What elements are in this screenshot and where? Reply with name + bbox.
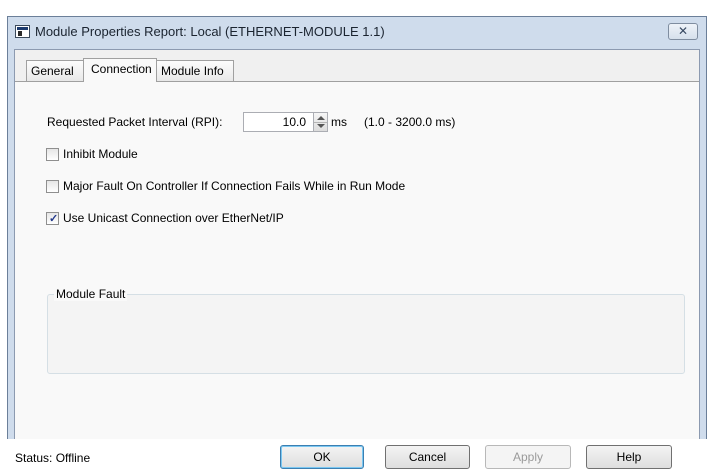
dialog-window: Module Properties Report: Local (ETHERNE… [7, 16, 707, 469]
major-fault-label: Major Fault On Controller If Connection … [63, 179, 406, 193]
status-text: Status: Offline [15, 451, 91, 465]
inhibit-module-label: Inhibit Module [63, 147, 138, 161]
app-icon [15, 25, 30, 38]
spin-down-icon[interactable] [317, 124, 325, 128]
tab-bar: General Connection Module Info [15, 50, 699, 82]
app-icon-dot [18, 31, 22, 36]
close-icon: ✕ [677, 24, 689, 38]
help-button[interactable]: Help [586, 445, 672, 469]
module-fault-group: Module Fault [47, 287, 685, 374]
module-fault-title: Module Fault [54, 287, 128, 301]
tab-connection[interactable]: Connection [83, 58, 157, 82]
apply-button[interactable]: Apply [485, 445, 571, 469]
rpi-unit: ms [331, 115, 347, 129]
tab-general[interactable]: General [26, 60, 84, 81]
dialog-client: General Connection Module Info Requested… [14, 49, 700, 469]
app-icon-bar [17, 27, 28, 30]
close-button[interactable]: ✕ [668, 23, 698, 40]
rpi-range: (1.0 - 3200.0 ms) [364, 115, 456, 129]
window-title: Module Properties Report: Local (ETHERNE… [35, 24, 385, 39]
unicast-checkbox[interactable]: ✓ [46, 212, 59, 225]
inhibit-module-checkbox[interactable] [46, 148, 59, 161]
cancel-button[interactable]: Cancel [385, 445, 470, 469]
checkmark-icon: ✓ [49, 213, 59, 225]
rpi-label: Requested Packet Interval (RPI): [47, 115, 223, 129]
rpi-spinner[interactable] [313, 112, 328, 132]
connection-panel [15, 81, 699, 439]
ok-button[interactable]: OK [280, 445, 364, 469]
title-bar[interactable]: Module Properties Report: Local (ETHERNE… [8, 17, 706, 49]
unicast-label: Use Unicast Connection over EtherNet/IP [63, 211, 284, 225]
tab-module-info[interactable]: Module Info [156, 60, 234, 81]
spin-divider [314, 122, 327, 123]
major-fault-checkbox[interactable] [46, 180, 59, 193]
spin-up-icon[interactable] [317, 116, 325, 120]
